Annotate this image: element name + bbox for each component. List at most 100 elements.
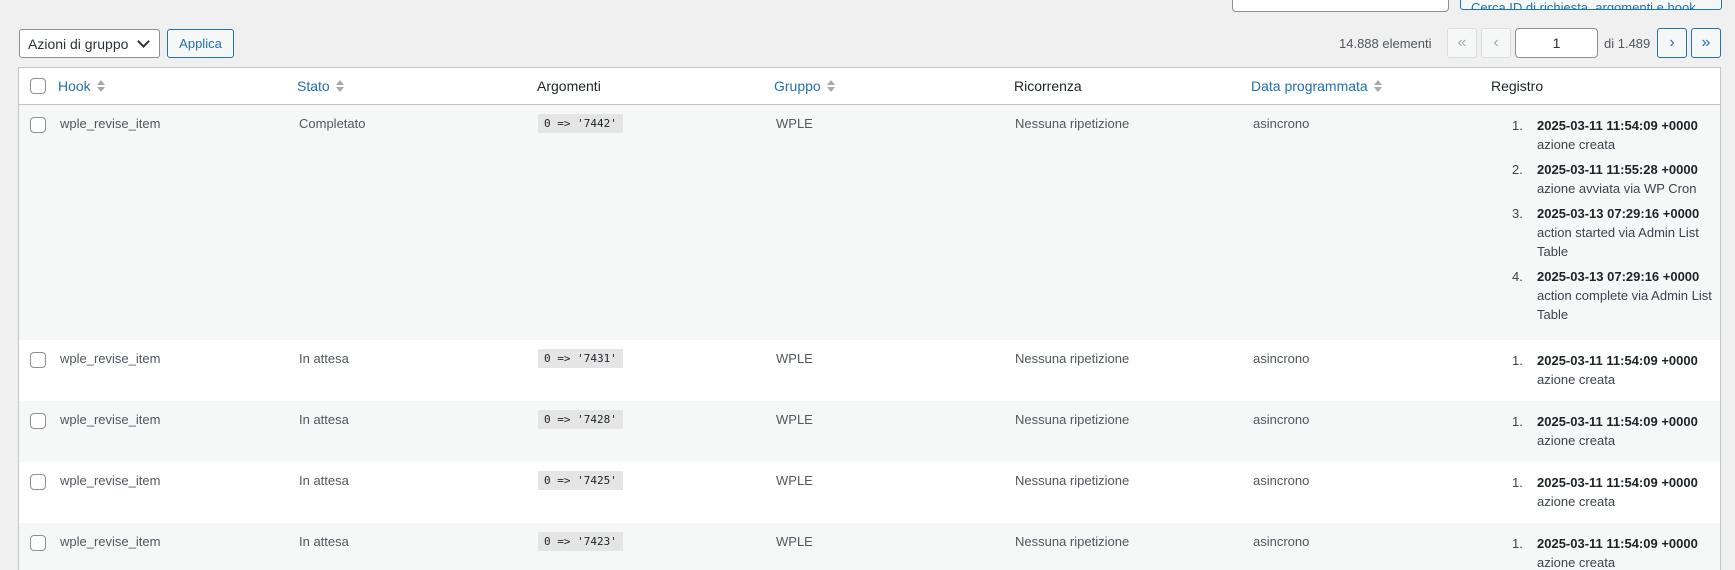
row-hook[interactable]: wple_revise_item	[60, 534, 160, 549]
sort-icon	[826, 80, 835, 92]
row-log: 1. 2025-03-11 11:54:09 +0000 azione creata	[1512, 473, 1720, 517]
row-checkbox[interactable]	[30, 352, 46, 368]
column-hook[interactable]: Hook	[58, 78, 105, 94]
row-status: In attesa	[299, 412, 349, 427]
row-scheduled: asincrono	[1253, 116, 1310, 131]
row-recurrence: Nessuna ripetizione	[1015, 412, 1130, 427]
row-scheduled: asincrono	[1253, 412, 1310, 427]
log-date: 2025-03-11 11:55:28 +0000	[1537, 162, 1698, 177]
row-group: WPLE	[776, 351, 813, 366]
row-scheduled: asincrono	[1253, 351, 1310, 366]
column-log: Registro	[1491, 78, 1543, 94]
row-status: In attesa	[299, 351, 349, 366]
row-hook[interactable]: wple_revise_item	[60, 351, 160, 366]
row-args: 0 => '7425'	[538, 471, 623, 490]
log-date: 2025-03-11 11:54:09 +0000	[1537, 475, 1698, 490]
row-checkbox[interactable]	[30, 535, 46, 551]
column-status-label: Stato	[297, 78, 330, 94]
table-row: wple_revise_item In attesa 0 => '7428' W…	[19, 401, 1720, 462]
row-recurrence: Nessuna ripetizione	[1015, 116, 1130, 131]
log-number: 3.	[1512, 206, 1523, 221]
row-hook[interactable]: wple_revise_item	[60, 412, 160, 427]
actions-table: Hook Stato Argomenti Gruppo Ricorrenza D…	[18, 67, 1721, 570]
table-row: wple_revise_item Completato 0 => '7442' …	[19, 105, 1720, 340]
row-group: WPLE	[776, 412, 813, 427]
log-date: 2025-03-11 11:54:09 +0000	[1537, 414, 1698, 429]
log-number: 2.	[1512, 162, 1523, 177]
log-text: azione avviata via WP Cron	[1537, 181, 1697, 196]
column-log-label: Registro	[1491, 78, 1544, 94]
total-pages: di 1.489	[1604, 36, 1651, 51]
row-checkbox[interactable]	[30, 413, 46, 429]
row-args: 0 => '7428'	[538, 410, 623, 429]
bulk-actions-select[interactable]: Azioni di gruppo	[19, 29, 160, 58]
table-header: Hook Stato Argomenti Gruppo Ricorrenza D…	[19, 68, 1720, 105]
search-input[interactable]	[1232, 0, 1449, 12]
chevron-down-icon	[137, 35, 150, 48]
column-status[interactable]: Stato	[297, 78, 344, 94]
row-group: WPLE	[776, 473, 813, 488]
row-hook[interactable]: wple_revise_item	[60, 473, 160, 488]
log-number: 1.	[1512, 118, 1523, 133]
row-status: In attesa	[299, 473, 349, 488]
column-recurrence: Ricorrenza	[1014, 78, 1082, 94]
log-text: azione creata	[1537, 433, 1616, 448]
log-date: 2025-03-11 11:54:09 +0000	[1537, 353, 1698, 368]
sort-icon	[335, 80, 344, 92]
column-hook-label: Hook	[58, 78, 91, 94]
items-count: 14.888 elementi	[1339, 36, 1432, 51]
log-text: azione creata	[1537, 555, 1616, 570]
log-entry: 4. 2025-03-13 07:29:16 +0000 action comple…	[1512, 267, 1720, 324]
column-scheduled[interactable]: Data programmata	[1251, 78, 1382, 94]
log-number: 1.	[1512, 414, 1523, 429]
log-entry: 3. 2025-03-13 07:29:16 +0000 action starte…	[1512, 204, 1720, 261]
row-checkbox[interactable]	[30, 117, 46, 133]
log-entry: 1. 2025-03-11 11:54:09 +0000 azione creata	[1512, 534, 1720, 570]
log-text: azione creata	[1537, 494, 1616, 509]
log-entry: 1. 2025-03-11 11:54:09 +0000 azione creata	[1512, 412, 1720, 450]
log-date: 2025-03-11 11:54:09 +0000	[1537, 118, 1698, 133]
table-row: wple_revise_item In attesa 0 => '7431' W…	[19, 340, 1720, 401]
column-group[interactable]: Gruppo	[774, 78, 835, 94]
current-page-input[interactable]: 1	[1515, 28, 1598, 58]
log-text: azione creata	[1537, 137, 1616, 152]
select-all-checkbox[interactable]	[30, 78, 46, 94]
search-button[interactable]: Cerca ID di richiesta, argomenti e hook	[1460, 0, 1722, 10]
bulk-actions-value: Azioni di gruppo	[28, 35, 129, 52]
column-recurrence-label: Ricorrenza	[1014, 78, 1082, 94]
row-args: 0 => '7423'	[538, 532, 623, 551]
last-page-button[interactable]: »	[1691, 28, 1721, 58]
row-recurrence: Nessuna ripetizione	[1015, 473, 1130, 488]
table-row: wple_revise_item In attesa 0 => '7423' W…	[19, 523, 1720, 570]
prev-page-button: ‹	[1481, 28, 1511, 58]
row-recurrence: Nessuna ripetizione	[1015, 351, 1130, 366]
log-entry: 1. 2025-03-11 11:54:09 +0000 azione creata	[1512, 473, 1720, 511]
log-date: 2025-03-13 07:29:16 +0000	[1537, 269, 1700, 284]
row-status: In attesa	[299, 534, 349, 549]
column-group-label: Gruppo	[774, 78, 821, 94]
next-page-button[interactable]: ›	[1657, 28, 1687, 58]
row-group: WPLE	[776, 534, 813, 549]
row-recurrence: Nessuna ripetizione	[1015, 534, 1130, 549]
sort-icon	[1373, 80, 1382, 92]
row-args: 0 => '7431'	[538, 349, 623, 368]
log-text: action complete via Admin List Table	[1537, 288, 1712, 322]
column-args: Argomenti	[537, 78, 601, 94]
log-entry: 1. 2025-03-11 11:54:09 +0000 azione creata	[1512, 351, 1720, 389]
row-status: Completato	[299, 116, 366, 131]
log-entry: 2. 2025-03-11 11:55:28 +0000 azione avviat…	[1512, 160, 1720, 198]
log-number: 1.	[1512, 536, 1523, 551]
column-scheduled-label: Data programmata	[1251, 78, 1368, 94]
row-log: 1. 2025-03-11 11:54:09 +0000 azione creata…	[1512, 116, 1720, 330]
row-group: WPLE	[776, 116, 813, 131]
row-scheduled: asincrono	[1253, 473, 1310, 488]
row-hook[interactable]: wple_revise_item	[60, 116, 160, 131]
log-date: 2025-03-11 11:54:09 +0000	[1537, 536, 1698, 551]
log-text: azione creata	[1537, 372, 1616, 387]
first-page-button: «	[1447, 28, 1477, 58]
row-log: 1. 2025-03-11 11:54:09 +0000 azione creata	[1512, 412, 1720, 456]
search-button-label: Cerca ID di richiesta, argomenti e hook	[1471, 0, 1696, 10]
row-checkbox[interactable]	[30, 474, 46, 490]
apply-button[interactable]: Applica	[167, 29, 234, 58]
log-entry: 1. 2025-03-11 11:54:09 +0000 azione creata	[1512, 116, 1720, 154]
